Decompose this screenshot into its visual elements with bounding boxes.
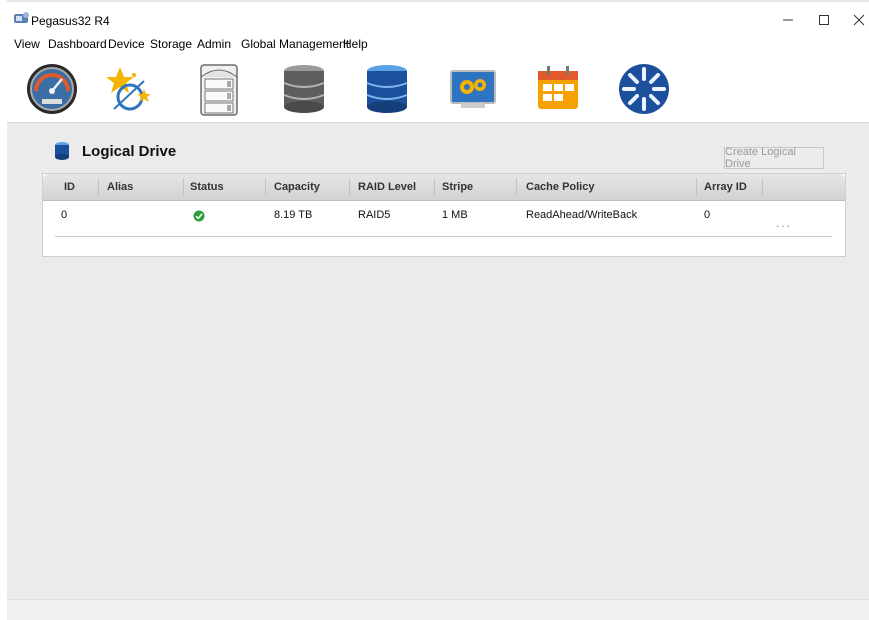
scheduler-icon [538, 66, 578, 109]
cell-id: 0 [61, 209, 68, 221]
menu-admin[interactable]: Admin [197, 37, 231, 51]
close-icon [853, 14, 865, 26]
title-bar: Pegasus32 R4 [7, 4, 869, 30]
toolbar-enclosure-button[interactable] [188, 58, 250, 120]
logical-drive-table: ID Alias Status Capacity RAID Level Stri… [42, 173, 846, 257]
toolbar-physical-drive-button[interactable] [273, 58, 335, 120]
logical-drive-icon [366, 65, 408, 113]
menu-global-management[interactable]: Global Management [241, 37, 349, 51]
column-header-capacity[interactable]: Capacity [274, 181, 320, 193]
toolbar-spare-drive-button[interactable] [613, 58, 675, 120]
wizard-icon [106, 67, 151, 111]
top-stripe [7, 0, 869, 2]
column-header-raid-level[interactable]: RAID Level [358, 181, 416, 193]
content-area: Logical Drive Create Logical Drive ID Al… [7, 122, 869, 599]
create-logical-drive-button[interactable]: Create Logical Drive [724, 146, 824, 170]
column-separator [349, 178, 350, 196]
physical-drive-icon [283, 65, 325, 113]
dashboard-gauge-icon [27, 64, 77, 114]
column-separator [265, 178, 266, 196]
maximize-icon [819, 15, 829, 25]
maximize-button[interactable] [808, 8, 840, 32]
column-separator [762, 178, 763, 196]
toolbar-dashboard-button[interactable] [21, 58, 83, 120]
logical-drive-icon [55, 142, 69, 160]
cell-raid-level: RAID5 [358, 209, 391, 221]
menu-dashboard[interactable]: Dashboard [48, 37, 107, 51]
column-header-array-id[interactable]: Array ID [704, 181, 747, 193]
toolbar-wizard-button[interactable] [97, 58, 159, 120]
cell-stripe: 1 MB [442, 209, 468, 221]
menu-help[interactable]: Help [343, 37, 368, 51]
minimize-icon [783, 19, 793, 21]
row-divider [55, 236, 832, 237]
column-header-status[interactable]: Status [190, 181, 224, 193]
background-activity-icon [450, 70, 496, 108]
toolbar [7, 58, 869, 122]
enclosure-icon [200, 64, 238, 116]
column-header-alias[interactable]: Alias [107, 181, 133, 193]
menu-view[interactable]: View [14, 37, 40, 51]
app-icon [14, 12, 29, 23]
column-separator [434, 178, 435, 196]
status-bar [7, 599, 869, 620]
cell-capacity: 8.19 TB [274, 209, 313, 221]
column-header-cache-policy[interactable]: Cache Policy [526, 181, 594, 193]
column-separator [98, 178, 99, 196]
column-header-stripe[interactable]: Stripe [442, 181, 473, 193]
column-header-id[interactable]: ID [64, 181, 75, 193]
table-header: ID Alias Status Capacity RAID Level Stri… [43, 174, 845, 201]
menu-storage[interactable]: Storage [150, 37, 192, 51]
menu-bar: View Dashboard Device Storage Admin Glob… [7, 34, 869, 52]
row-more-button[interactable]: ... [776, 216, 792, 230]
status-ok-icon [193, 210, 205, 222]
close-button[interactable] [843, 8, 869, 32]
minimize-button[interactable] [772, 8, 804, 32]
column-separator [183, 178, 184, 196]
column-separator [516, 178, 517, 196]
cell-cache-policy: ReadAhead/WriteBack [526, 209, 638, 221]
column-separator [696, 178, 697, 196]
toolbar-background-activity-button[interactable] [442, 58, 504, 120]
desktop-edge [0, 0, 7, 619]
spare-drive-icon [619, 64, 669, 114]
toolbar-logical-drive-button[interactable] [356, 58, 418, 120]
menu-device[interactable]: Device [108, 37, 145, 51]
panel-title: Logical Drive [82, 143, 177, 160]
cell-array-id: 0 [704, 209, 711, 221]
app-window: Pegasus32 R4 View Dashboard Device Stora… [7, 0, 869, 620]
window-title: Pegasus32 R4 [31, 14, 110, 28]
toolbar-scheduler-button[interactable] [527, 58, 589, 120]
